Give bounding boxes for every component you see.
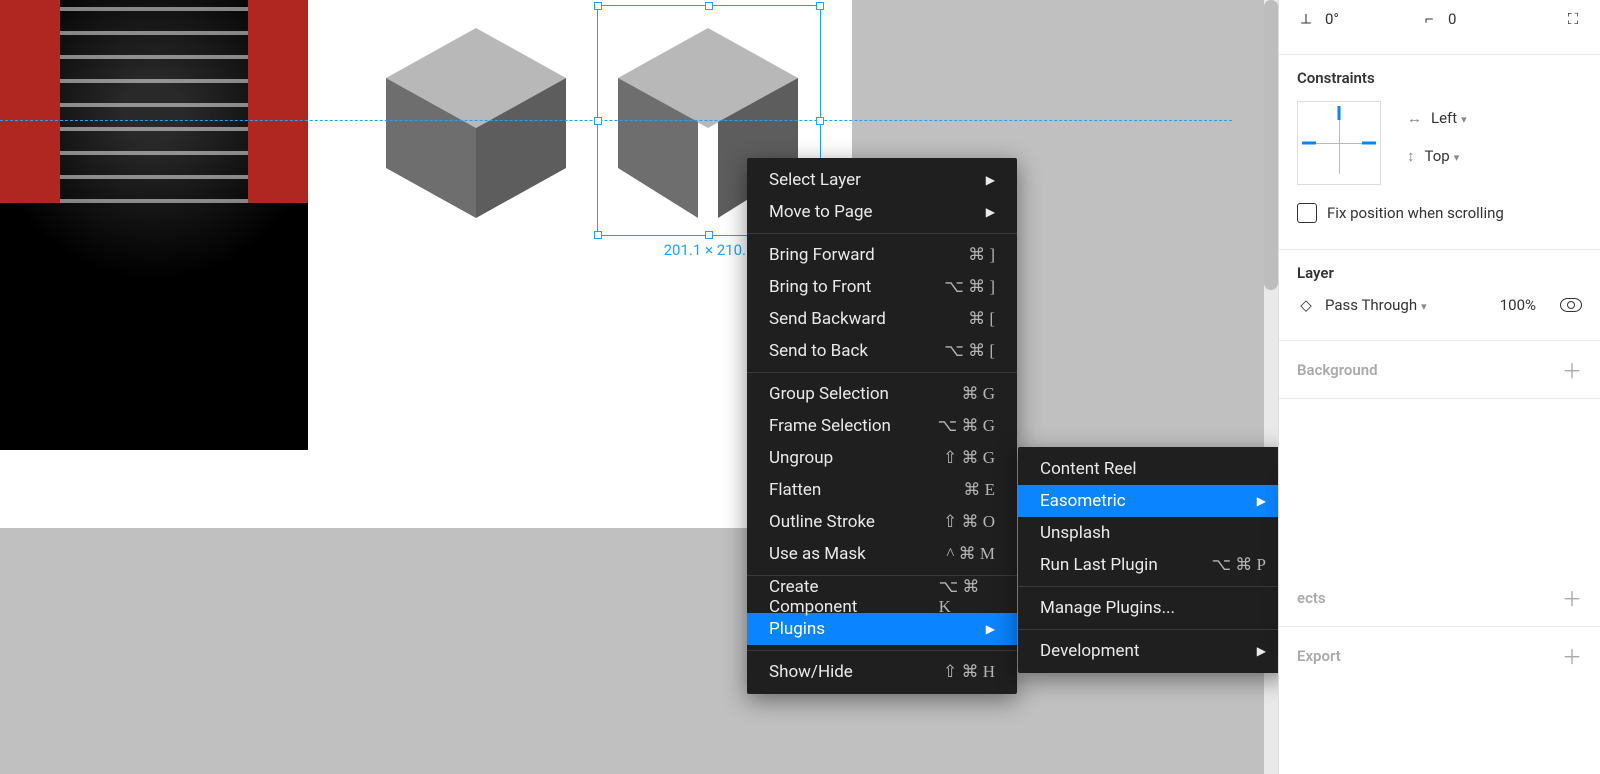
rotation-value[interactable]: 0° <box>1325 10 1410 28</box>
menu-move-to-page[interactable]: Move to Page ▶ <box>747 196 1017 228</box>
menu-label: Frame Selection <box>769 416 891 436</box>
menu-shortcut: ⌥ ⌘ P <box>1211 555 1266 575</box>
menu-label: Plugins <box>769 619 825 639</box>
submenu-arrow-icon: ▶ <box>1257 494 1266 508</box>
menu-create-component[interactable]: Create Component⌥ ⌘ K <box>747 581 1017 613</box>
menu-label: Development <box>1040 641 1139 661</box>
add-effect-icon[interactable]: ＋ <box>1562 583 1582 612</box>
menu-shortcut: ⇧ ⌘ H <box>943 662 995 682</box>
menu-use-as-mask[interactable]: Use as Mask ^ ⌘ M <box>747 538 1017 570</box>
selection-dimensions: 201.1 × 210.5 <box>664 241 755 259</box>
plugin-content-reel[interactable]: Content Reel <box>1018 453 1288 485</box>
background-heading: Background <box>1297 361 1378 379</box>
properties-panel: ⟂ 0° ⌐ 0 ⛶ Constraints Left▾ Top▾ Fix po… <box>1278 0 1600 774</box>
plugins-submenu[interactable]: Content Reel Easometric ▶ Unsplash Run La… <box>1018 447 1288 673</box>
layer-heading: Layer <box>1297 264 1582 282</box>
menu-bring-to-front[interactable]: Bring to Front ⌥ ⌘ ] <box>747 271 1017 303</box>
corner-value[interactable]: 0 <box>1448 10 1533 28</box>
menu-label: Use as Mask <box>769 544 866 564</box>
constraints-widget[interactable] <box>1297 101 1381 185</box>
menu-outline-stroke[interactable]: Outline Stroke ⇧ ⌘ O <box>747 506 1017 538</box>
corner-radius-icon: ⌐ <box>1420 10 1438 28</box>
context-menu[interactable]: Select Layer ▶ Move to Page ▶ Bring Forwar… <box>747 158 1017 694</box>
rotation-icon: ⟂ <box>1297 10 1315 28</box>
blend-mode-icon: ◇ <box>1297 296 1315 314</box>
menu-shortcut: ⌘ G <box>961 384 995 404</box>
menu-plugins[interactable]: Plugins ▶ <box>747 613 1017 645</box>
cube-left[interactable] <box>376 18 576 218</box>
horizontal-icon <box>1407 109 1421 127</box>
hallway-photo[interactable] <box>0 0 308 450</box>
constraints-heading: Constraints <box>1297 69 1582 87</box>
menu-shortcut: ⌘ ] <box>968 245 995 265</box>
menu-label: Move to Page <box>769 202 873 222</box>
menu-label: Unsplash <box>1040 523 1110 543</box>
menu-label: Easometric <box>1040 491 1126 511</box>
menu-group-selection[interactable]: Group Selection ⌘ G <box>747 378 1017 410</box>
menu-shortcut: ⌘ E <box>963 480 995 500</box>
menu-shortcut: ⇧ ⌘ G <box>943 448 995 468</box>
visibility-toggle-icon[interactable] <box>1560 298 1582 312</box>
fix-position-label: Fix position when scrolling <box>1327 204 1504 222</box>
menu-label: Send Backward <box>769 309 886 329</box>
add-background-icon[interactable]: ＋ <box>1562 355 1582 384</box>
menu-shortcut: ⇧ ⌘ O <box>943 512 995 532</box>
vertical-icon <box>1407 147 1415 165</box>
menu-label: Bring to Front <box>769 277 871 297</box>
menu-label: Create Component <box>769 577 909 617</box>
constraint-v-select[interactable]: Top▾ <box>1425 147 1460 165</box>
menu-send-backward[interactable]: Send Backward ⌘ [ <box>747 303 1017 335</box>
opacity-value[interactable]: 100% <box>1500 296 1536 314</box>
menu-ungroup[interactable]: Ungroup ⇧ ⌘ G <box>747 442 1017 474</box>
menu-shortcut: ^ ⌘ M <box>946 544 995 564</box>
menu-label: Bring Forward <box>769 245 875 265</box>
plugin-unsplash[interactable]: Unsplash <box>1018 517 1288 549</box>
menu-bring-forward[interactable]: Bring Forward ⌘ ] <box>747 239 1017 271</box>
menu-label: Flatten <box>769 480 821 500</box>
menu-label: Content Reel <box>1040 459 1137 479</box>
blend-mode-select[interactable]: Pass Through▾ <box>1325 296 1427 314</box>
menu-label: Group Selection <box>769 384 889 404</box>
menu-shortcut: ⌥ ⌘ K <box>939 577 995 617</box>
fix-position-checkbox[interactable] <box>1297 203 1317 223</box>
menu-label: Send to Back <box>769 341 868 361</box>
menu-send-to-back[interactable]: Send to Back ⌥ ⌘ [ <box>747 335 1017 367</box>
plugin-manage[interactable]: Manage Plugins... <box>1018 592 1288 624</box>
submenu-arrow-icon: ▶ <box>1257 644 1266 658</box>
submenu-arrow-icon: ▶ <box>986 205 995 219</box>
menu-flatten[interactable]: Flatten ⌘ E <box>747 474 1017 506</box>
menu-label: Manage Plugins... <box>1040 598 1175 618</box>
constraint-h-select[interactable]: Left▾ <box>1431 109 1467 127</box>
menu-shortcut: ⌥ ⌘ [ <box>944 341 995 361</box>
plugin-easometric[interactable]: Easometric ▶ <box>1018 485 1288 517</box>
submenu-arrow-icon: ▶ <box>986 173 995 187</box>
menu-shortcut: ⌥ ⌘ ] <box>944 277 995 297</box>
submenu-arrow-icon: ▶ <box>986 622 995 636</box>
export-heading: Export <box>1297 647 1341 665</box>
menu-show-hide[interactable]: Show/Hide ⇧ ⌘ H <box>747 656 1017 688</box>
menu-label: Show/Hide <box>769 662 853 682</box>
menu-select-layer[interactable]: Select Layer ▶ <box>747 164 1017 196</box>
menu-shortcut: ⌘ [ <box>968 309 995 329</box>
add-export-icon[interactable]: ＋ <box>1562 641 1582 670</box>
plugin-run-last[interactable]: Run Last Plugin ⌥ ⌘ P <box>1018 549 1288 581</box>
independent-corners-icon[interactable]: ⛶ <box>1564 10 1582 28</box>
menu-label: Select Layer <box>769 170 861 190</box>
effects-heading: ects <box>1297 589 1326 607</box>
menu-frame-selection[interactable]: Frame Selection ⌥ ⌘ G <box>747 410 1017 442</box>
menu-shortcut: ⌥ ⌘ G <box>938 416 995 436</box>
plugin-development[interactable]: Development ▶ <box>1018 635 1288 667</box>
menu-label: Run Last Plugin <box>1040 555 1158 575</box>
menu-label: Ungroup <box>769 448 833 468</box>
menu-label: Outline Stroke <box>769 512 875 532</box>
